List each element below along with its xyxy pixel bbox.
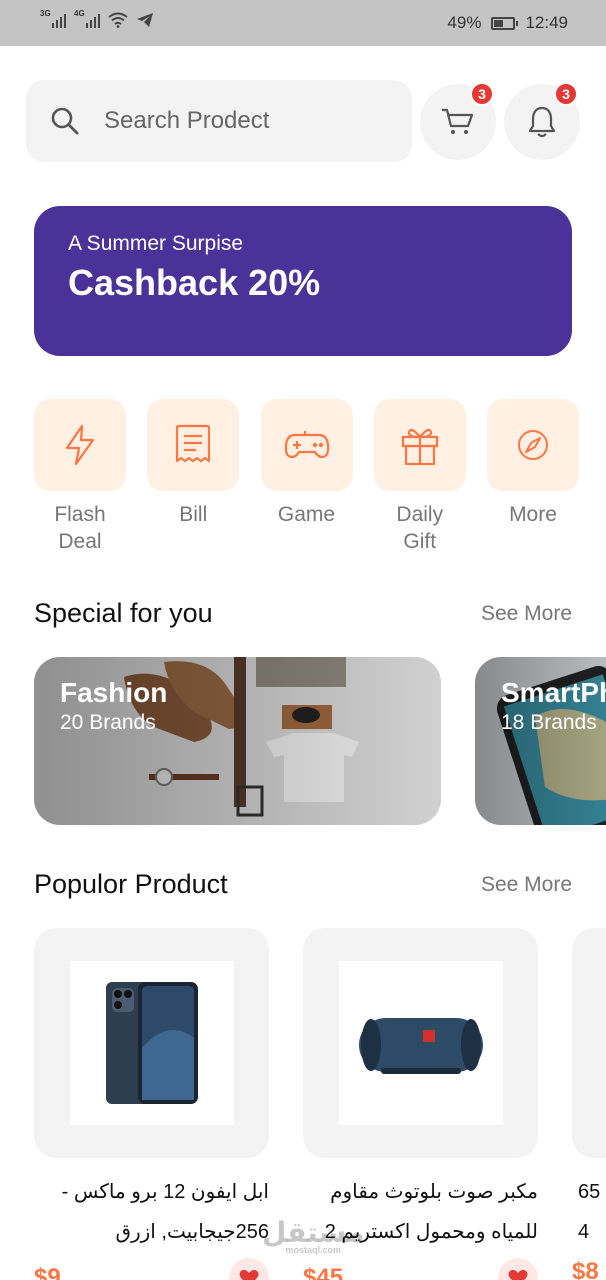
category-game[interactable]: Game (260, 399, 353, 555)
cart-badge: 3 (470, 82, 494, 106)
battery-icon (491, 16, 519, 30)
category-label: Flash Deal (54, 503, 106, 553)
cart-button[interactable]: 3 (420, 82, 496, 160)
category-label: More (509, 503, 557, 526)
clock: 12:49 (525, 13, 568, 32)
product-price: $9 (34, 1264, 61, 1280)
flash-icon (65, 424, 95, 466)
category-icon-box (373, 399, 466, 491)
product-name-line: ابل ايفون 12 برو ماكس - (61, 1181, 269, 1203)
product-name: ابل ايفون 12 برو ماكس - 256جيجابيت, ازرق (34, 1172, 269, 1252)
product-name: 65 4 (572, 1172, 606, 1252)
category-icon-box (260, 399, 353, 491)
banner-title: Cashback 20% (68, 262, 321, 303)
watermark-text: مستقل (262, 1217, 365, 1248)
product-image-box (34, 928, 269, 1158)
battery-percent: 49% (447, 13, 482, 32)
signal-icon: 3G (40, 9, 66, 28)
category-label: Bill (179, 503, 208, 526)
speaker-image (358, 1018, 483, 1074)
favorite-button[interactable] (498, 1258, 538, 1280)
product-name-line: 65 (578, 1181, 601, 1203)
category-icon-box (487, 399, 579, 491)
product-image-box (303, 928, 538, 1158)
wifi-icon (108, 12, 128, 28)
favorite-button[interactable] (229, 1258, 269, 1280)
category-icon-box (147, 399, 240, 491)
battery-level (494, 19, 504, 27)
search-icon (51, 107, 79, 135)
banner-subtitle: A Summer Surpise (68, 232, 244, 255)
special-card-count: 18 Brands (501, 711, 597, 734)
special-card-title: Fashion (60, 677, 168, 708)
category-daily-gift[interactable]: Daily Gift (373, 399, 466, 555)
search-input[interactable] (104, 107, 404, 135)
special-see-more-link[interactable]: See More (481, 602, 572, 626)
product-card[interactable]: 65 4 $8 (572, 928, 606, 1280)
status-right-icons: 49% 12:49 (447, 13, 568, 33)
special-card-smartphone[interactable]: SmartPh 18 Brands (475, 657, 606, 825)
category-flash-deal[interactable]: Flash Deal (34, 399, 126, 555)
cart-icon (442, 108, 474, 134)
notification-button[interactable]: 3 (504, 82, 580, 160)
iphone-image (105, 982, 198, 1104)
popular-section-title: Populor Product (34, 869, 228, 899)
notification-badge: 3 (554, 82, 578, 106)
watermark: مستقل mostaql.com (262, 1216, 364, 1255)
product-footer: $9 (34, 1258, 269, 1280)
special-card-count: 20 Brands (60, 711, 156, 734)
signal-icon-2: 4G (74, 9, 100, 28)
product-image (338, 961, 503, 1125)
gift-icon (401, 428, 438, 466)
product-footer: $45 (303, 1258, 538, 1280)
product-name-line: 4 (578, 1221, 590, 1243)
heart-icon (508, 1269, 528, 1280)
bell-icon (528, 106, 556, 138)
bill-icon (176, 424, 211, 463)
category-row: Flash Deal Bill Game Daily Gift More (34, 399, 579, 555)
product-image-box (572, 928, 606, 1158)
search-bar[interactable] (26, 80, 412, 162)
category-label: Game (277, 503, 336, 526)
special-card-fashion[interactable]: Fashion 20 Brands (34, 657, 441, 825)
network-type-label: 3G (40, 9, 51, 18)
discover-icon (518, 430, 548, 460)
category-label: Daily Gift (396, 503, 444, 553)
telegram-icon (137, 13, 153, 27)
special-section-title: Special for you (34, 598, 213, 628)
popular-see-more-link[interactable]: See More (481, 873, 572, 897)
product-price: $8 (572, 1258, 599, 1280)
category-icon-box (34, 399, 126, 491)
special-card-title: SmartPh (501, 677, 606, 708)
product-image (69, 961, 234, 1125)
category-bill[interactable]: Bill (147, 399, 240, 555)
status-bar: 3G 4G 49% 12:49 (0, 0, 606, 46)
heart-icon (239, 1269, 259, 1280)
category-more[interactable]: More (487, 399, 579, 555)
network-type-label-2: 4G (74, 9, 85, 18)
product-price: $45 (303, 1264, 344, 1280)
promo-banner[interactable]: A Summer Surpise Cashback 20% (34, 206, 572, 356)
game-icon (284, 431, 329, 459)
product-card[interactable]: ابل ايفون 12 برو ماكس - 256جيجابيت, ازرق… (34, 928, 269, 1280)
product-name-line: 256جيجابيت, ازرق (115, 1221, 269, 1243)
product-footer: $8 (572, 1258, 606, 1280)
status-left-icons: 3G 4G (40, 9, 154, 28)
product-name-line: مكبر صوت بلوتوث مقاوم (330, 1181, 538, 1203)
